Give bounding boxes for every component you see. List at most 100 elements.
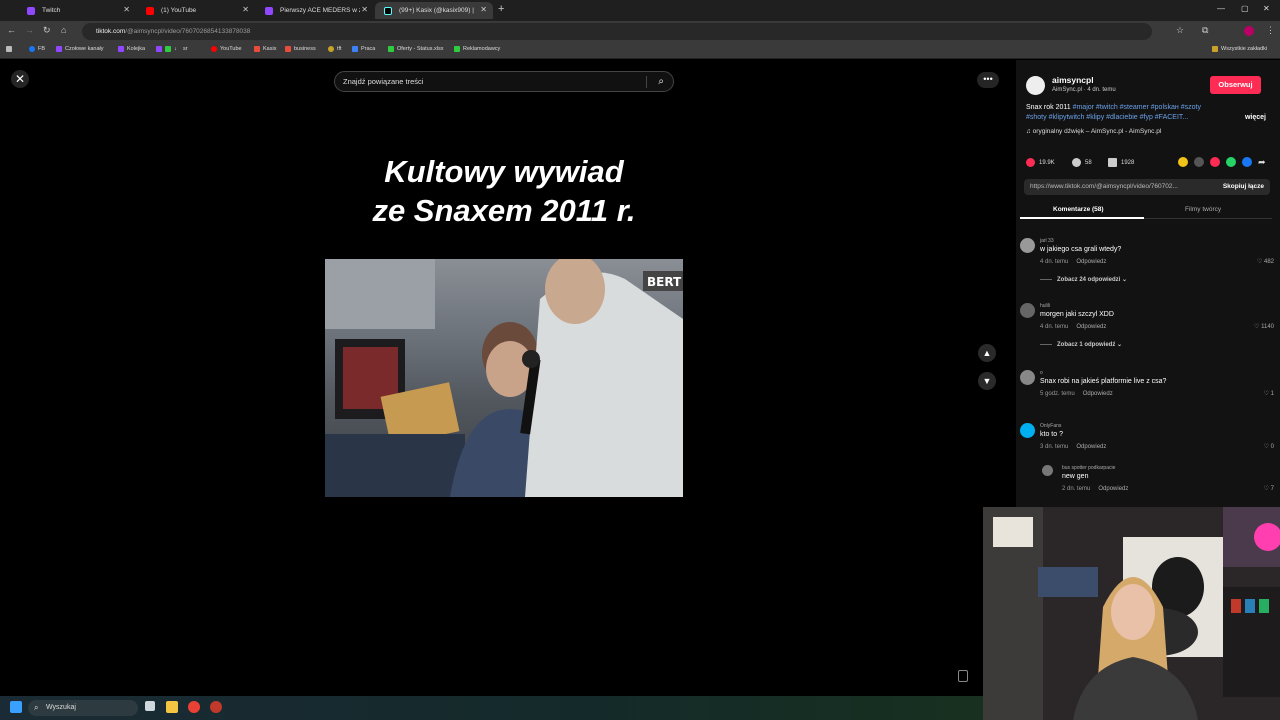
tab-youtube[interactable]: (1) YouTube ✕ <box>137 2 255 19</box>
close-tab-icon[interactable]: ✕ <box>123 5 130 14</box>
taskbar-search-input[interactable]: ⌕ Wyszukaj <box>28 700 138 716</box>
hashtags-line2[interactable]: #shoty #klipytwitch #klipy #dlaciebie #f… <box>1026 114 1188 121</box>
coin-icon[interactable] <box>1178 157 1188 167</box>
whatsapp-icon[interactable] <box>1226 157 1236 167</box>
comment-avatar[interactable] <box>1020 370 1035 385</box>
reply-link[interactable]: Odpowiedz <box>1083 391 1113 397</box>
video-link[interactable]: https://www.tiktok.com/@aimsyncpl/video/… <box>1030 183 1178 190</box>
close-tab-icon[interactable]: ✕ <box>361 5 368 14</box>
comment-likes[interactable]: ♡ 1140 <box>1254 323 1274 330</box>
embed-icon[interactable] <box>1194 157 1204 167</box>
close-tab-icon[interactable]: ✕ <box>480 5 487 14</box>
reply-likes[interactable]: ♡ 7 <box>1264 485 1274 492</box>
bookmark-oferty[interactable]: Oferty - Status.xlsx <box>388 46 443 52</box>
facebook-icon[interactable] <box>1242 157 1252 167</box>
hashtags-line1[interactable]: #major #twitch #steamer #polskaн #szoty <box>1073 104 1201 111</box>
view-replies-link[interactable]: Zobacz 24 odpowiedzi ⌄ <box>1040 276 1127 283</box>
comment-avatar[interactable] <box>1020 423 1035 438</box>
video-link-row: https://www.tiktok.com/@aimsyncpl/video/… <box>1024 179 1270 195</box>
back-button[interactable]: ← <box>7 25 16 35</box>
video-frame-image: BERT <box>325 259 683 497</box>
tab-twitch-2[interactable]: Pierwszy ACE MEDERS w życiu ✕ <box>256 2 374 19</box>
bookmark-praca[interactable]: Praca <box>352 46 375 52</box>
bookmark-kolejka[interactable]: Kolejka <box>118 46 145 52</box>
comment-likes[interactable]: ♡ 0 <box>1264 443 1274 450</box>
comment-likes[interactable]: ♡ 1 <box>1264 390 1274 397</box>
reply-link[interactable]: Odpowiedz <box>1076 259 1106 265</box>
view-replies-link[interactable]: Zobacz 1 odpowiedź ⌄ <box>1040 341 1122 348</box>
copy-link-button[interactable]: Skopiuj łącze <box>1223 179 1264 195</box>
bookmark-apps[interactable] <box>6 46 12 52</box>
follow-button[interactable]: Obserwuj <box>1210 76 1261 94</box>
app-icon[interactable] <box>210 701 222 713</box>
profile-avatar[interactable] <box>1244 26 1254 36</box>
minimize-button[interactable]: — <box>1217 4 1225 13</box>
close-tab-icon[interactable]: ✕ <box>242 5 249 14</box>
bookmark-sr[interactable]: ↓ sr <box>156 46 188 52</box>
panel-tabs: Komentarze (58) Filmy twórcy <box>1020 202 1272 219</box>
author-avatar[interactable] <box>1026 76 1045 95</box>
more-description-link[interactable]: więcej <box>1245 113 1266 123</box>
save-button[interactable]: 1928 <box>1108 158 1134 167</box>
forward-button[interactable]: → <box>25 25 34 35</box>
search-icon[interactable]: ⌕ <box>658 72 664 91</box>
bookmark-tft[interactable]: tft <box>328 46 342 52</box>
tab-creator-videos[interactable]: Filmy twórcy <box>1185 206 1221 213</box>
reply-username[interactable]: bus spotter podkarpacie <box>1062 465 1115 471</box>
reply-text: new gen <box>1062 473 1089 480</box>
windows-start-icon[interactable] <box>10 701 22 713</box>
share-arrow-icon[interactable]: ➦ <box>1258 157 1268 167</box>
page-small-icon[interactable] <box>958 670 968 682</box>
comment-button[interactable]: 58 <box>1072 158 1092 167</box>
comment-item: hulili morgen jaki szczyl XDD 4 dn. temu… <box>1020 303 1274 355</box>
music-link[interactable]: ♫ oryginalny dźwięk – AimSync.pl - AimSy… <box>1026 128 1161 135</box>
tab-twitch[interactable]: Twitch ✕ <box>18 2 136 19</box>
comment-username[interactable]: jarl 33 <box>1040 238 1054 244</box>
like-button[interactable]: 19.9K <box>1026 158 1055 167</box>
send-icon[interactable] <box>1210 157 1220 167</box>
reply-link[interactable]: Odpowiedz <box>1076 444 1106 450</box>
star-icon[interactable]: ☆ <box>1176 25 1184 36</box>
comment-likes[interactable]: ♡ 482 <box>1257 258 1274 265</box>
url-input[interactable]: tiktok.com/@aimsyncpl/video/760702685413… <box>82 23 1152 40</box>
all-bookmarks[interactable]: Wszystkie zakładki <box>1212 46 1267 52</box>
next-video-button[interactable]: ▼ <box>978 372 996 390</box>
previous-video-button[interactable]: ▲ <box>978 344 996 362</box>
comment-username[interactable]: hulili <box>1040 303 1050 309</box>
comment-item: jarl 33 w jakiego csa grali wtedy? 4 dn.… <box>1020 238 1274 290</box>
chrome-icon[interactable] <box>188 701 200 713</box>
maximize-button[interactable]: ▢ <box>1241 4 1249 13</box>
close-window-button[interactable]: ✕ <box>1263 4 1270 13</box>
reload-button[interactable]: ↻ <box>43 25 51 36</box>
author-subline: AimSync.pl · 4 dn. temu <box>1052 87 1116 93</box>
related-search-input[interactable]: Znajdź powiązane treści ⌕ <box>334 71 674 92</box>
bookmark-reklamodawcy[interactable]: Reklamodawcy <box>454 46 500 52</box>
search-placeholder: Znajdź powiązane treści <box>343 77 424 86</box>
comment-avatar[interactable] <box>1020 303 1035 318</box>
bookmark-business[interactable]: business <box>285 46 316 52</box>
home-button[interactable]: ⌂ <box>61 25 66 35</box>
author-username[interactable]: aimsyncpl <box>1052 75 1094 85</box>
comment-avatar[interactable] <box>1020 238 1035 253</box>
menu-icon[interactable]: ⋮ <box>1266 25 1275 36</box>
file-explorer-icon[interactable] <box>166 701 178 713</box>
close-video-button[interactable]: ✕ <box>11 70 29 88</box>
tab-comments[interactable]: Komentarze (58) <box>1053 206 1104 213</box>
reply-avatar[interactable] <box>1042 465 1053 476</box>
bookmark-czolowe[interactable]: Czołowe kanały <box>56 46 104 52</box>
extensions-icon[interactable]: ⧉ <box>1202 25 1208 36</box>
bookmark-kasix[interactable]: Kasix <box>254 46 276 52</box>
webcam-overlay <box>983 507 1280 720</box>
reply-item: bus spotter podkarpacie new gen 2 dn. te… <box>1042 465 1274 497</box>
new-tab-button[interactable]: + <box>498 3 504 15</box>
task-view-icon[interactable] <box>145 701 155 711</box>
tab-tiktok[interactable]: (99+) Kasix (@kasix909) | Ti ✕ <box>375 2 493 19</box>
reply-link[interactable]: Odpowiedz <box>1076 324 1106 330</box>
comment-username[interactable]: OnlyFans <box>1040 423 1061 429</box>
bookmark-fb[interactable]: FB <box>29 46 45 52</box>
reply-link[interactable]: Odpowiedz <box>1098 486 1128 492</box>
comment-username[interactable]: o <box>1040 370 1043 376</box>
search-icon: ⌕ <box>34 703 39 712</box>
bookmark-youtube[interactable]: YouTube <box>211 46 242 52</box>
more-options-icon[interactable]: ••• <box>977 72 999 88</box>
